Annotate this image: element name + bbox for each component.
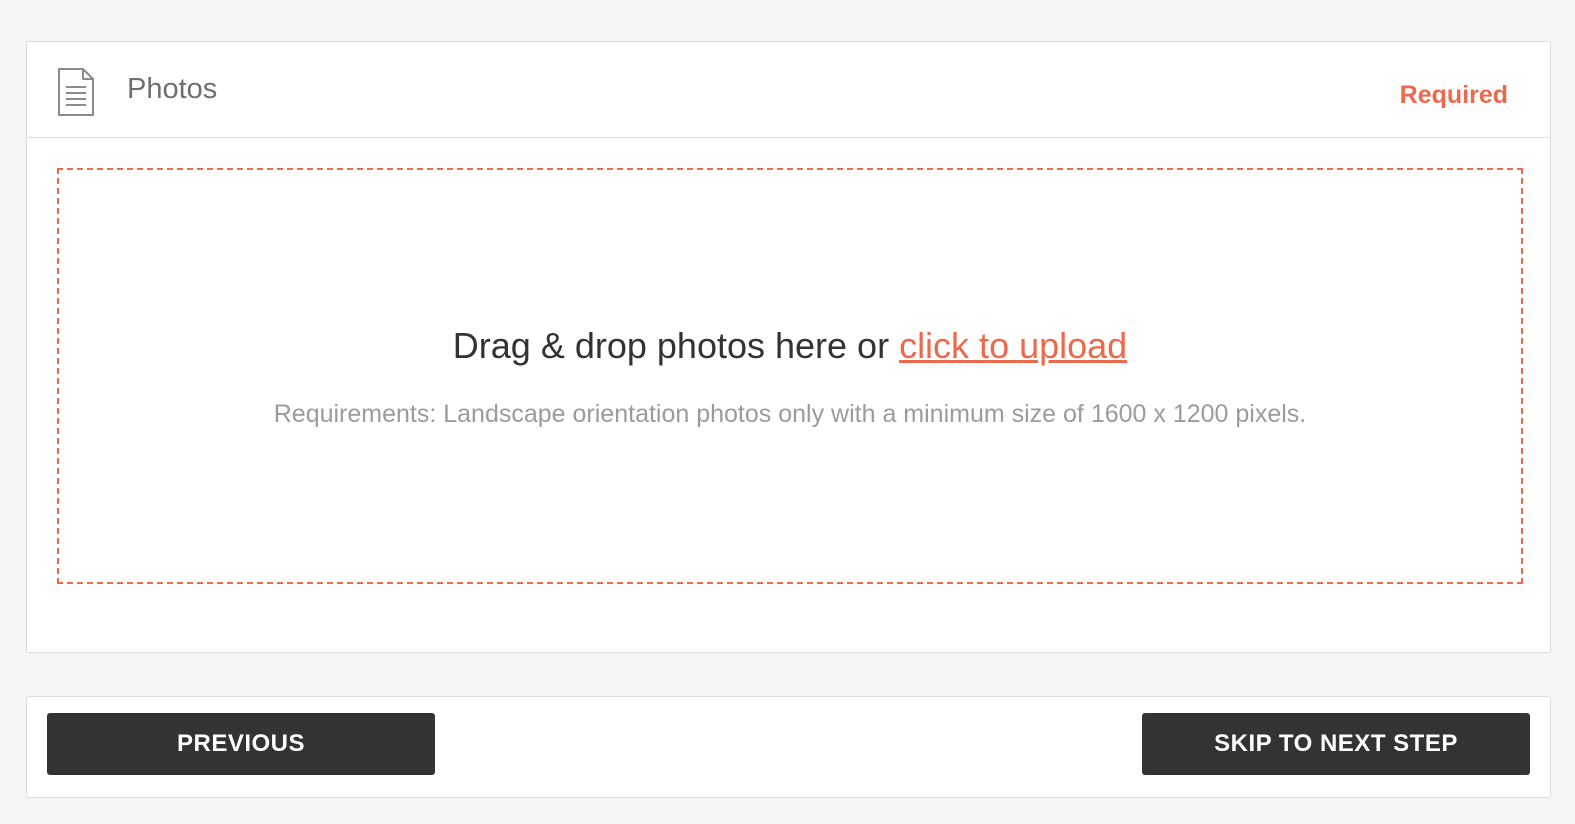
upload-requirements: Requirements: Landscape orientation phot… bbox=[273, 400, 1307, 428]
document-icon bbox=[56, 67, 96, 117]
photos-panel: Photos Required Drag & drop photos here … bbox=[26, 41, 1551, 653]
dropzone-prompt-text: Drag & drop photos here or bbox=[452, 325, 900, 366]
dropzone-prompt: Drag & drop photos here or click to uplo… bbox=[59, 324, 1521, 368]
photos-panel-header: Photos Required bbox=[27, 42, 1550, 138]
skip-to-next-step-button[interactable]: SKIP TO NEXT STEP bbox=[1142, 713, 1530, 775]
click-to-upload-link[interactable]: click to upload bbox=[899, 325, 1127, 366]
step-navigation: PREVIOUS SKIP TO NEXT STEP bbox=[26, 696, 1551, 798]
previous-button[interactable]: PREVIOUS bbox=[47, 713, 435, 775]
panel-title: Photos bbox=[127, 73, 218, 105]
required-badge: Required bbox=[1399, 81, 1508, 109]
photo-dropzone[interactable]: Drag & drop photos here or click to uplo… bbox=[57, 168, 1523, 584]
